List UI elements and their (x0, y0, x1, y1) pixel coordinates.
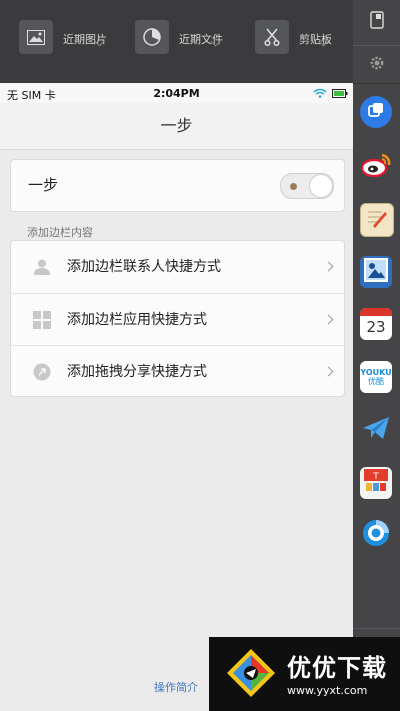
list-item-label: 添加拖拽分享快捷方式 (67, 364, 207, 380)
watermark: 优优下载 www.yyxt.com (209, 637, 400, 711)
notes-app[interactable] (360, 203, 394, 237)
image-icon (19, 20, 53, 54)
rail-divider (353, 628, 400, 629)
mail-icon (361, 415, 391, 445)
store-app[interactable]: T (360, 467, 392, 499)
weibo-app[interactable] (360, 151, 392, 183)
weibo-icon (360, 151, 392, 183)
share-icon (33, 363, 51, 381)
instructions-link[interactable]: 操作简介 (154, 679, 198, 695)
mail-app[interactable] (360, 414, 392, 446)
notes-icon (365, 206, 389, 234)
status-carrier: 无 SIM 卡 (7, 89, 56, 102)
recent-files-button[interactable]: 近期文件 (135, 20, 223, 60)
list-item-label: 添加边栏应用快捷方式 (67, 312, 207, 328)
chevron-right-icon (323, 314, 334, 325)
status-icons (313, 88, 348, 101)
chevron-right-icon (323, 366, 334, 377)
youku-subtext: 优酷 (368, 376, 384, 386)
list-item-label: 添加边栏联系人快捷方式 (67, 259, 221, 275)
svg-text:T: T (372, 472, 379, 482)
settings-button[interactable] (353, 45, 400, 84)
gear-icon (369, 55, 385, 75)
calendar-date: 23 (366, 318, 386, 336)
one-step-app[interactable] (360, 96, 392, 128)
one-step-icon (366, 100, 386, 124)
calendar-app[interactable]: 23 (360, 308, 392, 340)
battery-icon (332, 88, 348, 101)
watermark-logo-icon (223, 645, 279, 701)
clipboard-label: 剪贴板 (299, 33, 332, 46)
toolbar: 近期图片 近期文件 剪贴板 (0, 0, 353, 83)
list-item-contacts[interactable]: 添加边栏联系人快捷方式 (11, 241, 344, 293)
list-item-apps[interactable]: 添加边栏应用快捷方式 (11, 293, 344, 346)
section-label: 添加边栏内容 (27, 226, 93, 239)
phone-screen: 2:04PM 无 SIM 卡 一步 一步 添加边栏内容 添加边栏联系人快捷方式 (0, 83, 353, 711)
browser-icon (361, 518, 391, 552)
window-icon (369, 11, 384, 33)
browser-app[interactable] (360, 519, 392, 551)
toggle-card: 一步 (10, 159, 345, 212)
window-toggle-button[interactable] (353, 0, 400, 44)
toggle-label: 一步 (28, 176, 59, 194)
toggle-indicator (290, 183, 297, 190)
grid-icon (33, 311, 51, 329)
page-title: 一步 (0, 103, 353, 150)
recent-images-button[interactable]: 近期图片 (19, 20, 107, 60)
photos-icon (363, 257, 389, 287)
store-icon: T (362, 467, 390, 499)
calendar-icon (360, 308, 392, 316)
clipboard-button[interactable]: 剪贴板 (255, 20, 332, 60)
one-step-toggle[interactable] (280, 173, 334, 199)
watermark-url: www.yyxt.com (287, 684, 368, 697)
person-icon (33, 258, 51, 276)
sidebar-content-list: 添加边栏联系人快捷方式 添加边栏应用快捷方式 添加拖拽分享快捷方式 (10, 240, 345, 397)
watermark-name: 优优下载 (287, 654, 387, 682)
toggle-knob (309, 174, 333, 198)
pie-chart-icon (135, 20, 169, 54)
youku-app[interactable]: YOUKU 优酷 (360, 361, 392, 393)
status-bar: 2:04PM 无 SIM 卡 (0, 83, 353, 103)
wifi-icon (313, 88, 327, 101)
list-item-share[interactable]: 添加拖拽分享快捷方式 (11, 345, 344, 398)
youku-icon: YOUKU (360, 367, 392, 377)
photos-app[interactable] (360, 256, 392, 288)
scissors-icon (255, 20, 289, 54)
sidebar-rail: 23 YOUKU 优酷 T (353, 0, 400, 711)
chevron-right-icon (323, 261, 334, 272)
